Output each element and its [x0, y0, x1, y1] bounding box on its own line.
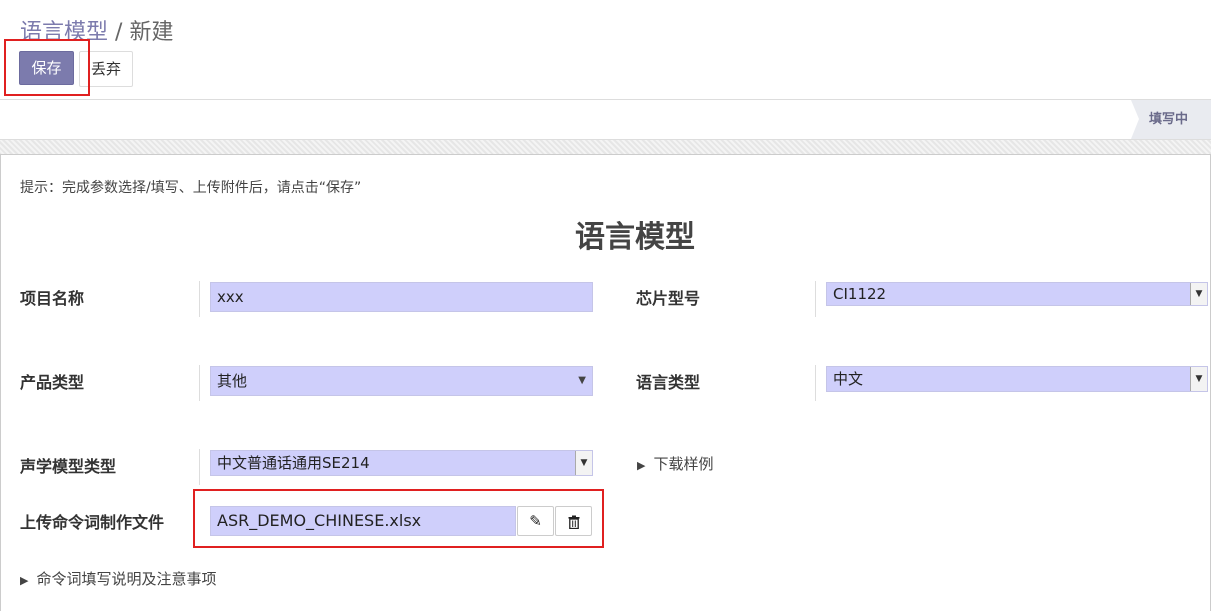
chevron-down-icon[interactable]: ▼: [575, 451, 592, 475]
form-hint: 提示：完成参数选择/填写、上传附件后，请点击“保存”: [20, 180, 362, 196]
chip-model-select[interactable]: CI1122 ▼: [826, 282, 1208, 306]
acoustic-model-select[interactable]: 中文普通话通用SE214 ▼: [210, 450, 593, 476]
field-separator: [815, 365, 816, 401]
language-type-value: 中文: [833, 370, 864, 388]
triangle-right-icon: ▶: [20, 574, 29, 587]
chip-model-value: CI1122: [833, 285, 887, 303]
form-title: 语言模型: [575, 220, 695, 255]
upload-file-label: 上传命令词制作文件: [20, 513, 165, 532]
triangle-right-icon: ▶: [637, 459, 646, 472]
project-name-value: xxx: [217, 288, 244, 306]
sheet-background-stripe: [0, 139, 1211, 155]
status-badge: 填写中: [1131, 100, 1211, 139]
field-separator: [199, 449, 200, 485]
chevron-down-icon[interactable]: ▼: [1190, 283, 1207, 305]
field-separator: [815, 281, 816, 317]
upload-highlight-box: [193, 489, 604, 548]
product-type-value: 其他: [217, 372, 248, 390]
acoustic-model-value: 中文普通话通用SE214: [217, 454, 370, 472]
field-separator: [199, 281, 200, 317]
download-sample-toggle[interactable]: ▶ 下载样例: [637, 453, 713, 474]
language-type-label: 语言类型: [636, 373, 701, 392]
product-type-label: 产品类型: [20, 373, 85, 392]
save-highlight-box: [4, 39, 90, 96]
breadcrumb-current: 新建: [129, 20, 174, 45]
language-type-select[interactable]: 中文 ▼: [826, 366, 1208, 392]
breadcrumb-separator: /: [115, 20, 123, 45]
project-name-label: 项目名称: [20, 289, 85, 308]
chip-model-label: 芯片型号: [636, 289, 701, 308]
download-sample-label: 下载样例: [653, 455, 714, 473]
status-bar: [0, 100, 1211, 139]
chevron-down-icon[interactable]: ▼: [1190, 367, 1207, 391]
project-name-input[interactable]: xxx: [210, 282, 593, 312]
product-type-select[interactable]: 其他 ▼: [210, 366, 593, 396]
instructions-label: 命令词填写说明及注意事项: [36, 570, 217, 588]
field-separator: [199, 365, 200, 401]
acoustic-model-label: 声学模型类型: [20, 457, 117, 476]
instructions-toggle[interactable]: ▶ 命令词填写说明及注意事项: [20, 568, 216, 589]
caret-down-icon: ▼: [578, 375, 586, 386]
